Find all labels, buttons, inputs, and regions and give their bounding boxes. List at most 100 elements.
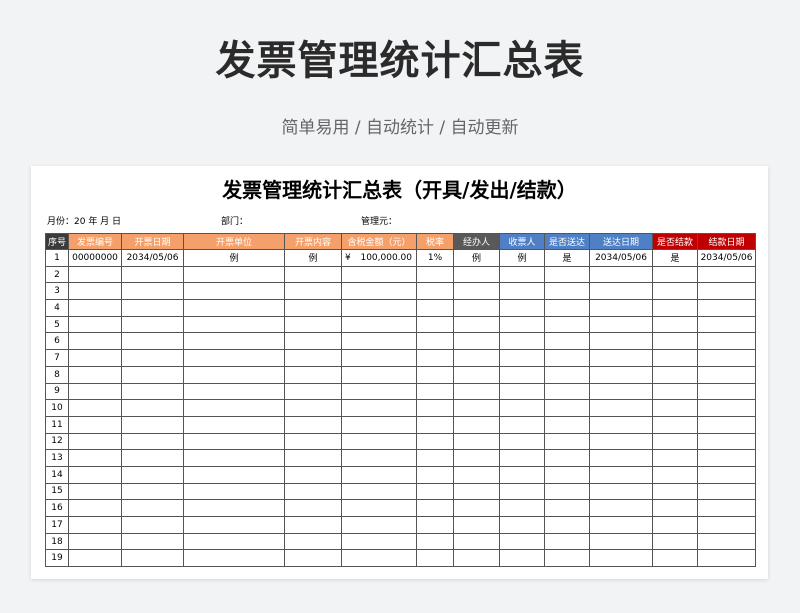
table-cell[interactable]: [416, 549, 454, 568]
table-cell[interactable]: [499, 382, 545, 401]
table-cell[interactable]: [341, 382, 417, 401]
table-cell[interactable]: [544, 382, 590, 401]
table-cell[interactable]: [697, 282, 756, 301]
table-cell[interactable]: [284, 315, 342, 334]
table-cell[interactable]: [183, 532, 285, 551]
table-cell[interactable]: [697, 499, 756, 517]
table-cell[interactable]: [68, 449, 122, 467]
table-cell[interactable]: [416, 465, 454, 484]
cell-amount[interactable]: ¥ 100,000.00: [341, 249, 417, 267]
table-cell[interactable]: [544, 516, 590, 534]
table-cell[interactable]: [453, 549, 500, 568]
table-cell[interactable]: [499, 332, 545, 351]
table-cell[interactable]: [544, 299, 590, 317]
table-cell[interactable]: [652, 532, 698, 551]
table-cell[interactable]: [284, 449, 342, 467]
table-cell[interactable]: [589, 382, 653, 401]
table-cell[interactable]: [341, 499, 417, 517]
table-cell[interactable]: [121, 282, 184, 301]
table-cell[interactable]: [121, 365, 184, 384]
table-cell[interactable]: [183, 399, 285, 417]
table-cell[interactable]: [652, 465, 698, 484]
table-cell[interactable]: [453, 349, 500, 367]
table-cell[interactable]: [652, 482, 698, 501]
table-cell[interactable]: [652, 265, 698, 284]
table-cell[interactable]: [652, 332, 698, 351]
cell-index[interactable]: 7: [45, 349, 69, 367]
table-cell[interactable]: [589, 449, 653, 467]
cell-index[interactable]: 16: [45, 499, 69, 517]
cell-issue-date[interactable]: 2034/05/06: [121, 249, 184, 267]
table-cell[interactable]: [183, 432, 285, 451]
table-cell[interactable]: [121, 399, 184, 417]
table-cell[interactable]: [453, 265, 500, 284]
table-cell[interactable]: [68, 282, 122, 301]
table-cell[interactable]: [652, 282, 698, 301]
table-cell[interactable]: [544, 399, 590, 417]
cell-content[interactable]: 例: [284, 249, 342, 267]
table-cell[interactable]: [416, 415, 454, 434]
table-cell[interactable]: [453, 482, 500, 501]
cell-invoice-no[interactable]: 00000000: [68, 249, 122, 267]
table-cell[interactable]: [589, 432, 653, 451]
table-cell[interactable]: [341, 299, 417, 317]
table-cell[interactable]: [652, 349, 698, 367]
table-cell[interactable]: [284, 516, 342, 534]
table-cell[interactable]: [121, 549, 184, 568]
table-cell[interactable]: [284, 282, 342, 301]
table-cell[interactable]: [499, 299, 545, 317]
table-cell[interactable]: [284, 482, 342, 501]
cell-index[interactable]: 8: [45, 365, 69, 384]
table-cell[interactable]: [341, 315, 417, 334]
cell-index[interactable]: 15: [45, 482, 69, 501]
table-cell[interactable]: [68, 315, 122, 334]
table-cell[interactable]: [68, 332, 122, 351]
table-cell[interactable]: [121, 315, 184, 334]
table-cell[interactable]: [544, 449, 590, 467]
table-cell[interactable]: [697, 516, 756, 534]
table-cell[interactable]: [589, 315, 653, 334]
table-cell[interactable]: [453, 282, 500, 301]
table-cell[interactable]: [499, 282, 545, 301]
cell-index[interactable]: 9: [45, 382, 69, 401]
cell-tax-rate[interactable]: 1%: [416, 249, 454, 267]
table-cell[interactable]: [544, 432, 590, 451]
table-cell[interactable]: [121, 432, 184, 451]
table-cell[interactable]: [121, 349, 184, 367]
cell-issuer[interactable]: 例: [183, 249, 285, 267]
table-cell[interactable]: [183, 499, 285, 517]
table-cell[interactable]: [68, 349, 122, 367]
table-cell[interactable]: [341, 415, 417, 434]
table-cell[interactable]: [416, 516, 454, 534]
table-cell[interactable]: [68, 365, 122, 384]
table-cell[interactable]: [544, 265, 590, 284]
table-cell[interactable]: [68, 465, 122, 484]
table-cell[interactable]: [183, 265, 285, 284]
table-cell[interactable]: [341, 516, 417, 534]
table-cell[interactable]: [499, 415, 545, 434]
table-cell[interactable]: [341, 265, 417, 284]
cell-receiver[interactable]: 例: [499, 249, 545, 267]
table-cell[interactable]: [416, 432, 454, 451]
cell-index[interactable]: 5: [45, 315, 69, 334]
table-cell[interactable]: [453, 315, 500, 334]
table-cell[interactable]: [68, 415, 122, 434]
table-cell[interactable]: [652, 449, 698, 467]
table-cell[interactable]: [652, 432, 698, 451]
table-cell[interactable]: [183, 415, 285, 434]
table-cell[interactable]: [416, 449, 454, 467]
table-cell[interactable]: [652, 549, 698, 568]
table-cell[interactable]: [589, 299, 653, 317]
table-cell[interactable]: [453, 432, 500, 451]
table-cell[interactable]: [499, 549, 545, 568]
table-cell[interactable]: [697, 332, 756, 351]
table-cell[interactable]: [68, 516, 122, 534]
cell-index[interactable]: 2: [45, 265, 69, 284]
table-cell[interactable]: [341, 432, 417, 451]
table-cell[interactable]: [183, 549, 285, 568]
cell-delivered[interactable]: 是: [544, 249, 590, 267]
table-cell[interactable]: [589, 332, 653, 351]
table-cell[interactable]: [499, 399, 545, 417]
table-cell[interactable]: [499, 315, 545, 334]
table-cell[interactable]: [589, 532, 653, 551]
